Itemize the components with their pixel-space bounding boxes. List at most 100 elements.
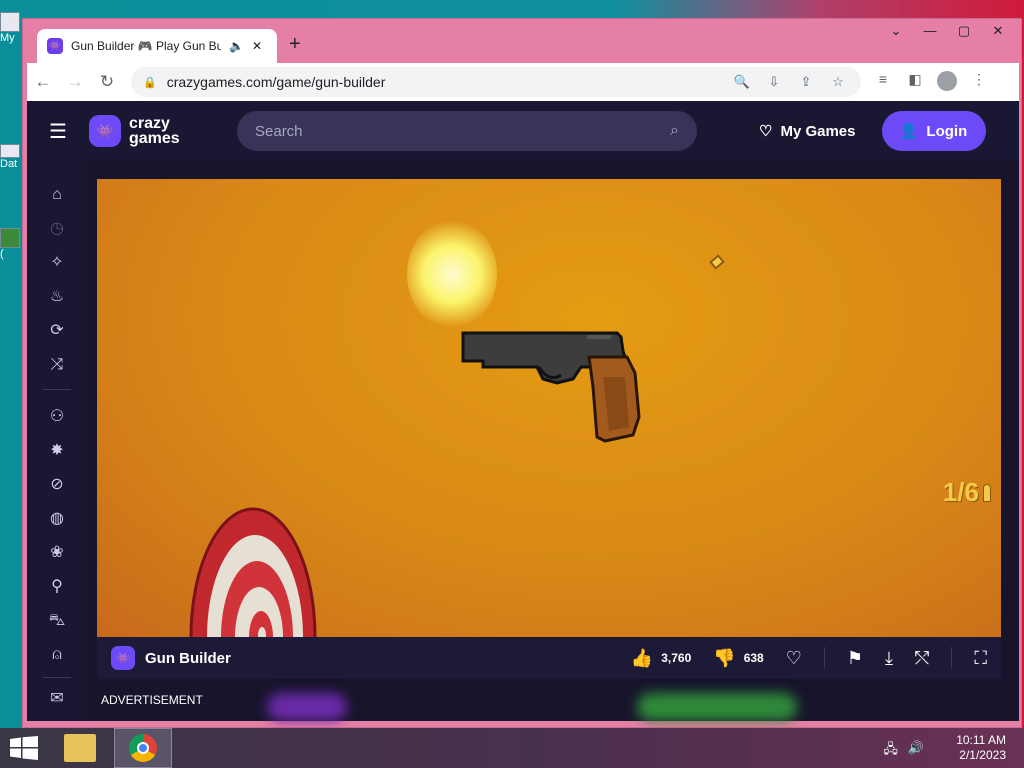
tab-title: Gun Builder 🎮 Play Gun Builder — [71, 39, 221, 53]
crazygames-logo[interactable]: 👾 crazy games — [89, 115, 195, 147]
desktop-icon-label: My — [0, 32, 15, 44]
desktop-icon-label: Dat — [0, 158, 18, 170]
crazygames-favicon-icon: 👾 — [47, 38, 63, 54]
file-icon — [0, 144, 20, 158]
home-icon[interactable]: ⌂ — [47, 185, 67, 205]
side-panel-icon[interactable]: ◧ — [903, 71, 927, 94]
dislike-count: 638 — [743, 651, 764, 665]
muzzle-flash — [407, 219, 497, 329]
minimize-button[interactable]: — — [913, 23, 947, 39]
browser-toolbar: ← → ↻ 🔒 crazygames.com/game/gun-builder … — [27, 63, 1019, 101]
flag-icon: ⚑ — [846, 647, 864, 668]
download-icon: ⤓ — [885, 647, 893, 668]
updated-refresh-icon[interactable]: ⟳ — [47, 321, 67, 341]
chrome-icon — [129, 734, 157, 762]
pistol-image — [461, 331, 641, 443]
action-icon[interactable]: ✸ — [47, 441, 67, 461]
desktop-icon-data[interactable]: Dat — [0, 144, 22, 170]
volume-icon[interactable]: 🔊 — [908, 740, 924, 762]
tab-gun-builder[interactable]: 👾 Gun Builder 🎮 Play Gun Builder 🔈 ✕ — [37, 29, 277, 63]
logo-text-line2: games — [129, 130, 180, 147]
random-shuffle-icon[interactable]: ⤨ — [47, 355, 67, 375]
forward-arrow-icon[interactable]: → — [59, 72, 91, 92]
more-menu-icon[interactable]: ⋮ — [967, 71, 991, 94]
url-text[interactable]: crazygames.com/game/gun-builder — [167, 74, 721, 90]
sidebar-divider — [43, 389, 71, 390]
user-icon: 👤 — [899, 123, 919, 140]
page-content: ☰ 👾 crazy games Search ⌕ ♡ My Games 👤 Lo… — [27, 101, 1019, 721]
favorite-button[interactable]: ♡ — [786, 648, 802, 669]
speaker-icon[interactable]: 🔈 — [229, 39, 244, 53]
close-tab-icon[interactable]: ✕ — [252, 39, 262, 53]
menu-collapse-icon[interactable]: ☰ — [27, 119, 89, 144]
report-button[interactable]: ⚑ — [847, 648, 863, 669]
chrome-taskbar-button[interactable] — [114, 728, 172, 768]
desktop-icon-label: ( — [0, 248, 4, 260]
adventure-compass-icon[interactable]: ⊘ — [47, 475, 67, 495]
my-games-label: My Games — [780, 122, 856, 140]
back-arrow-icon[interactable]: ← — [27, 72, 59, 92]
ad-image[interactable] — [637, 693, 797, 721]
bullet-icon — [983, 483, 991, 502]
download-button[interactable]: ⤓ — [885, 648, 893, 669]
clock-time: 10:11 AM — [956, 733, 1006, 747]
my-games-button[interactable]: ♡ My Games — [759, 122, 856, 141]
like-button[interactable]: 👍 3,760 — [631, 648, 691, 669]
fullscreen-button[interactable]: ⛶ — [974, 648, 987, 669]
desktop-icon-other[interactable]: ( — [0, 228, 22, 260]
search-icon[interactable]: ⌕ — [670, 122, 679, 140]
like-count: 3,760 — [661, 651, 692, 665]
site-header: ☰ 👾 crazy games Search ⌕ ♡ My Games 👤 Lo… — [27, 101, 1019, 161]
mail-icon[interactable]: ✉ — [47, 689, 67, 709]
media-control-icon[interactable]: ≡ — [871, 71, 895, 94]
new-sparkle-icon[interactable]: ✧ — [47, 253, 67, 273]
reload-icon[interactable]: ↻ — [91, 72, 123, 92]
crazygames-small-logo-icon: 👾 — [111, 646, 135, 670]
desktop-icon-my-computer[interactable]: My — [0, 12, 22, 44]
share-icon: ⤲ — [914, 647, 930, 668]
logo-text: crazy games — [129, 116, 195, 147]
divider — [823, 647, 825, 669]
heart-icon: ♡ — [785, 647, 802, 668]
network-icon[interactable]: 🖧 — [883, 740, 898, 762]
joystick-icon[interactable]: ⍝ — [47, 645, 67, 665]
dislike-button[interactable]: 👎 638 — [713, 648, 763, 669]
lock-icon[interactable]: 🔒 — [143, 76, 157, 89]
casual-flower-icon[interactable]: ❀ — [47, 543, 67, 563]
windows-start-icon[interactable] — [10, 736, 38, 760]
profile-avatar[interactable] — [935, 70, 959, 94]
target-image — [189, 507, 317, 637]
ammo-counter: 1/6 — [943, 477, 991, 508]
search-input[interactable]: Search ⌕ — [237, 111, 697, 151]
title-bar: 👾 Gun Builder 🎮 Play Gun Builder 🔈 ✕ + ⌄… — [23, 19, 1021, 63]
ad-image[interactable] — [267, 693, 347, 721]
trending-flame-icon[interactable]: ♨ — [47, 287, 67, 307]
maximize-button[interactable]: ▢ — [947, 23, 981, 39]
multiplayer-icon[interactable]: ⚇ — [47, 407, 67, 427]
address-bar[interactable]: 🔒 crazygames.com/game/gun-builder 🔍 ⇩ ⇪ … — [131, 67, 861, 97]
search-placeholder: Search — [255, 122, 303, 140]
tab-search-icon[interactable]: ⌄ — [879, 23, 913, 39]
recent-clock-icon[interactable]: ◷ — [47, 219, 67, 239]
taskbar: 🖧 🔊 10:11 AM 2/1/2023 — [0, 728, 1024, 768]
share-icon[interactable]: ⇪ — [795, 74, 817, 90]
computer-icon — [0, 12, 20, 32]
share-button[interactable]: ⤲ — [915, 648, 929, 669]
game-canvas[interactable]: 1/6 — [97, 179, 1001, 637]
browser-window: 👾 Gun Builder 🎮 Play Gun Builder 🔈 ✕ + ⌄… — [22, 18, 1022, 728]
zoom-search-icon[interactable]: 🔍 — [731, 74, 753, 90]
login-button[interactable]: 👤 Login — [881, 111, 986, 151]
thumbs-up-icon: 👍 — [630, 647, 654, 668]
login-label: Login — [926, 122, 968, 140]
bike-icon[interactable]: ⚲ — [47, 577, 67, 597]
sidebar: ⌂ ◷ ✧ ♨ ⟳ ⤨ ⚇ ✸ ⊘ ◍ ❀ ⚲ ⛍ ⍝ ✉ — [27, 161, 87, 721]
close-window-button[interactable]: ✕ — [981, 23, 1015, 39]
sports-ball-icon[interactable]: ◍ — [47, 509, 67, 529]
bookmark-star-icon[interactable]: ☆ — [827, 74, 849, 90]
file-explorer-icon[interactable] — [64, 734, 96, 762]
advertisement-label: ADVERTISEMENT — [101, 693, 203, 707]
car-icon[interactable]: ⛍ — [47, 611, 67, 631]
install-icon[interactable]: ⇩ — [763, 74, 785, 90]
clock[interactable]: 10:11 AM 2/1/2023 — [956, 733, 1006, 763]
new-tab-button[interactable]: + — [289, 33, 301, 56]
